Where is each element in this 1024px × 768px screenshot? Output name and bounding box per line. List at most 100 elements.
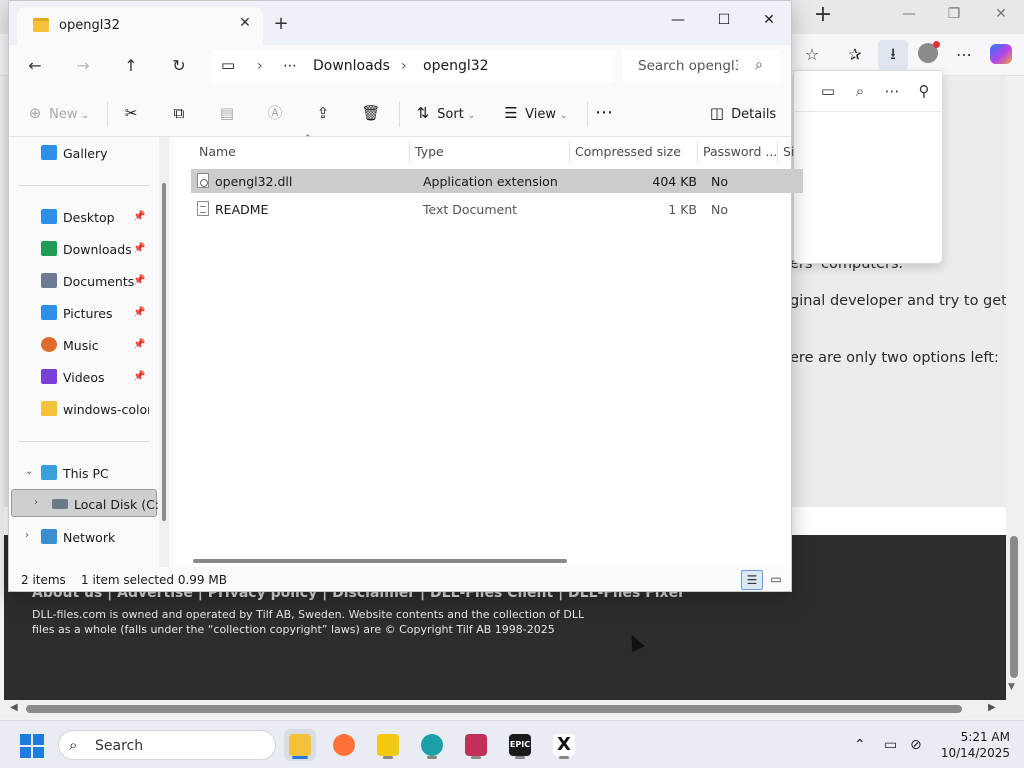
taskbar-search[interactable]: ⌕ Search	[58, 730, 276, 760]
taskbar-app-x[interactable]: X	[548, 729, 580, 761]
more-commands-button[interactable]: ⋯	[595, 103, 613, 125]
sidebar-item-pictures[interactable]: Pictures 📌	[9, 299, 155, 327]
close-window-button[interactable]: ✕	[754, 9, 784, 33]
collapsed-chevron-icon[interactable]: ›	[34, 497, 38, 508]
rename-button[interactable]: Ⓐ	[265, 103, 285, 125]
more-options-icon[interactable]: ⋯	[952, 44, 976, 68]
search-input[interactable]: Search opengl32	[638, 58, 738, 74]
address-bar[interactable]: ▭ › ⋯ Downloads › opengl32	[211, 50, 615, 82]
taskbar-app-epic-games[interactable]: EPIC	[504, 729, 536, 761]
paste-button[interactable]: ▤	[217, 103, 237, 125]
sidebar-item-documents[interactable]: Documents 📌	[9, 267, 155, 295]
search-icon[interactable]: ⌕	[755, 57, 763, 73]
system-clock[interactable]: 5:21 AM 10/14/2025	[930, 729, 1010, 761]
sidebar-item-local-disk[interactable]: › Local Disk (C:)	[11, 489, 160, 517]
scroll-right-arrow-icon[interactable]: ▶	[988, 702, 996, 713]
cut-button[interactable]: ✂	[121, 103, 141, 125]
refresh-button[interactable]: ↻	[167, 55, 191, 79]
breadcrumb-downloads[interactable]: Downloads	[313, 58, 390, 74]
profile-notification-dot	[933, 41, 940, 48]
explorer-tab[interactable]: opengl32 ✕	[17, 7, 263, 45]
display-icon[interactable]: ▭	[884, 737, 897, 753]
network-volume-icon[interactable]: ⊘	[910, 737, 922, 753]
sidebar-item-this-pc[interactable]: ⌄ This PC	[9, 459, 155, 487]
share-icon: ⇪	[316, 104, 330, 122]
sidebar-item-gallery[interactable]: Gallery	[9, 139, 155, 167]
sidebar-item-network[interactable]: › Network	[9, 523, 155, 551]
pin-icon[interactable]: 📌	[133, 275, 145, 286]
tiles-view-icon[interactable]: ▭	[765, 570, 787, 590]
sidebar-item-videos[interactable]: Videos 📌	[9, 363, 155, 391]
pin-panel-icon[interactable]: ⚲	[914, 81, 934, 101]
browser-minimize-button[interactable]: —	[896, 6, 922, 22]
column-header-password[interactable]: Password ...	[703, 144, 777, 159]
favorites-icon[interactable]: ✰	[843, 44, 867, 68]
open-folder-icon[interactable]: ▭	[818, 81, 838, 101]
panel-more-icon[interactable]: ⋯	[882, 81, 902, 101]
file-list: ⌃ Name Type Compressed size Password ...…	[173, 134, 803, 567]
browser-close-button[interactable]: ✕	[988, 6, 1014, 22]
column-header-compressed-size[interactable]: Compressed size	[575, 144, 681, 159]
sidebar-item-music[interactable]: Music 📌	[9, 331, 155, 359]
column-header-size[interactable]: Si	[783, 144, 794, 159]
taskbar-app-edge[interactable]	[416, 729, 448, 761]
scroll-down-arrow-icon[interactable]: ▼	[1008, 682, 1015, 692]
column-header-name[interactable]: Name	[199, 144, 236, 159]
breadcrumb-chevron-icon[interactable]: ›	[257, 58, 263, 74]
search-box[interactable]: Search opengl32 ⌕	[623, 50, 781, 82]
this-pc-icon[interactable]: ▭	[221, 56, 235, 74]
view-button[interactable]: ☰ View ⌄	[501, 103, 567, 125]
pin-icon[interactable]: 📌	[133, 371, 145, 382]
copy-button[interactable]: ⧉	[169, 103, 189, 125]
sidebar-item-downloads[interactable]: Downloads 📌	[9, 235, 155, 263]
new-button[interactable]: ⊕ New ⌄	[25, 103, 89, 125]
scroll-left-arrow-icon[interactable]: ◀	[10, 702, 18, 713]
file-row[interactable]: README Text Document 1 KB No	[191, 197, 803, 221]
pin-icon[interactable]: 📌	[133, 243, 145, 254]
up-button[interactable]: ↑	[119, 55, 143, 79]
browser-restore-button[interactable]: ❐	[941, 6, 967, 22]
page-horizontal-scroll-thumb[interactable]	[26, 705, 962, 713]
file-row[interactable]: opengl32.dll Application extension 404 K…	[191, 169, 803, 193]
pin-icon[interactable]: 📌	[133, 211, 145, 222]
share-button[interactable]: ⇪	[313, 103, 333, 125]
search-icon: ⌕	[69, 736, 78, 754]
pin-icon[interactable]: 📌	[133, 307, 145, 318]
forward-button[interactable]: →	[71, 55, 95, 79]
sort-button[interactable]: ⇅ Sort ⌄	[413, 103, 476, 125]
close-tab-icon[interactable]: ✕	[235, 15, 255, 31]
folder-icon	[41, 401, 57, 416]
navigation-scroll-thumb[interactable]	[162, 183, 166, 521]
new-tab-button[interactable]: +	[271, 13, 291, 34]
taskbar-app-power-bi[interactable]	[372, 729, 404, 761]
maximize-button[interactable]: ☐	[709, 9, 739, 33]
taskbar-app-firefox[interactable]	[328, 729, 360, 761]
column-header-type[interactable]: Type	[415, 144, 444, 159]
breadcrumb-current-folder[interactable]: opengl32	[423, 58, 489, 74]
search-downloads-icon[interactable]: ⌕	[850, 81, 870, 101]
pictures-icon	[41, 305, 57, 320]
sidebar-item-desktop[interactable]: Desktop 📌	[9, 203, 155, 231]
copilot-icon[interactable]	[990, 44, 1012, 64]
page-vertical-scroll-thumb[interactable]	[1010, 536, 1018, 678]
breadcrumb-overflow-button[interactable]: ⋯	[283, 58, 297, 74]
start-button[interactable]	[20, 734, 44, 758]
collapsed-chevron-icon[interactable]: ›	[25, 530, 29, 541]
favorite-star-icon[interactable]: ☆	[800, 44, 824, 68]
file-list-horizontal-scroll-thumb[interactable]	[193, 559, 567, 563]
taskbar-app-paint[interactable]	[460, 729, 492, 761]
pin-icon[interactable]: 📌	[133, 339, 145, 350]
details-view-icon[interactable]: ☰	[741, 570, 763, 590]
delete-button[interactable]: 🗑	[361, 103, 381, 125]
browser-new-tab-button[interactable]: +	[812, 4, 834, 28]
minimize-button[interactable]: —	[663, 9, 693, 33]
breadcrumb-chevron-icon[interactable]: ›	[401, 58, 407, 74]
downloads-icon[interactable]: ⭳	[878, 40, 908, 70]
back-button[interactable]: ←	[23, 55, 47, 79]
show-hidden-icons-chevron-icon[interactable]: ⌃	[854, 737, 866, 753]
expanded-chevron-icon[interactable]: ⌄	[25, 466, 33, 477]
text-file-icon	[197, 201, 209, 216]
sidebar-item-windows-color-folder[interactable]: windows-color-	[9, 395, 155, 423]
taskbar-app-file-explorer[interactable]	[284, 729, 316, 761]
details-pane-button[interactable]: ◫ Details	[707, 103, 776, 125]
